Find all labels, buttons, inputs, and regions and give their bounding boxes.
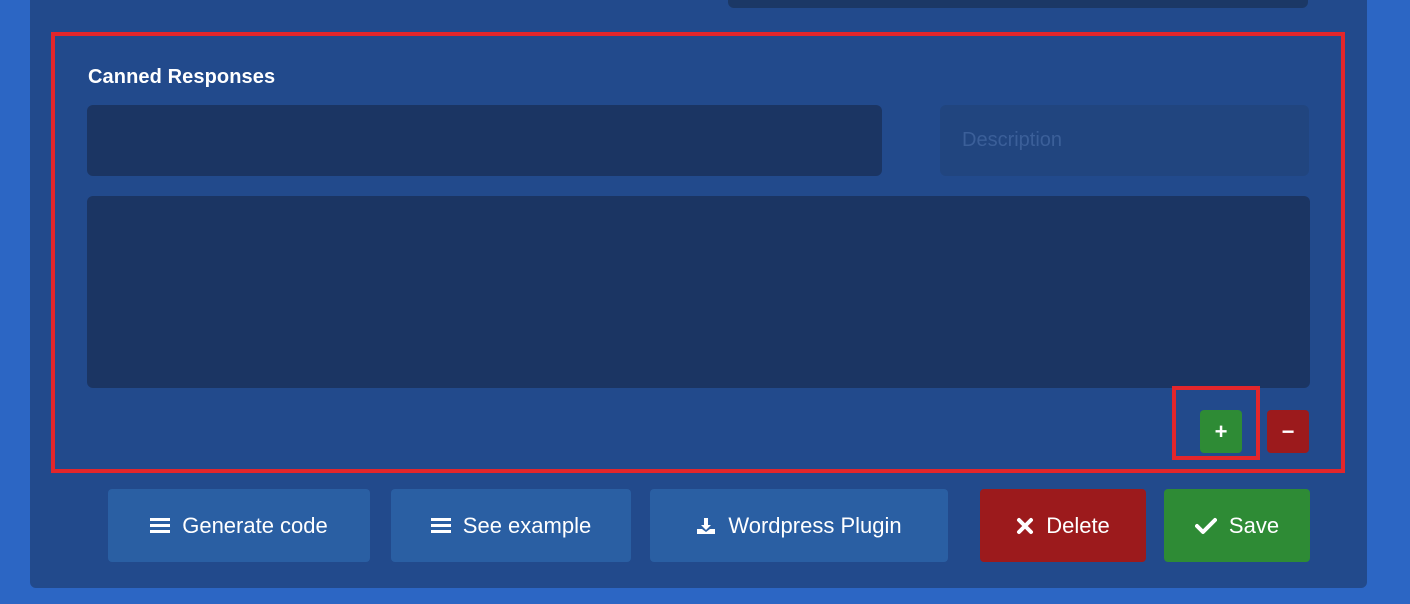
response-name-input[interactable] (87, 105, 882, 176)
list-icon (430, 517, 451, 534)
delete-label: Delete (1046, 512, 1110, 538)
minus-icon: − (1281, 418, 1295, 444)
check-icon (1194, 517, 1217, 535)
section-title: Canned Responses (88, 66, 276, 88)
list-icon (150, 517, 171, 534)
x-icon (1016, 517, 1034, 535)
wordpress-plugin-button[interactable]: Wordpress Plugin (650, 489, 948, 562)
add-button-highlight (1172, 386, 1260, 460)
see-example-button[interactable]: See example (391, 489, 631, 562)
description-input[interactable] (940, 105, 1309, 176)
delete-button[interactable]: Delete (980, 489, 1146, 562)
generate-code-label: Generate code (182, 512, 328, 538)
save-label: Save (1228, 512, 1280, 538)
previous-field[interactable] (728, 0, 1308, 8)
see-example-label: See example (462, 512, 592, 538)
wordpress-plugin-label: Wordpress Plugin (728, 512, 902, 538)
response-text-area[interactable] (87, 196, 1310, 388)
save-button[interactable]: Save (1164, 489, 1310, 562)
download-icon (696, 516, 716, 536)
generate-code-button[interactable]: Generate code (108, 489, 370, 562)
remove-response-button[interactable]: − (1267, 410, 1309, 453)
